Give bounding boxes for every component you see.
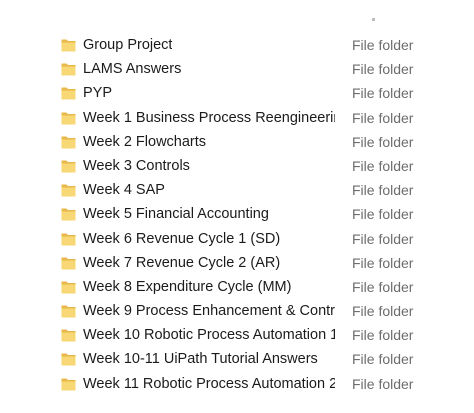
folder-icon: [61, 329, 76, 342]
list-item[interactable]: LAMS Answers File folder: [0, 57, 474, 81]
list-item[interactable]: Week 10-11 UiPath Tutorial Answers File f…: [0, 347, 474, 371]
folder-icon: [61, 281, 76, 294]
list-item[interactable]: Week 9 Process Enhancement & Control... F…: [0, 299, 474, 323]
item-type: File folder: [352, 37, 414, 53]
folder-name: Week 5 Financial Accounting: [83, 206, 269, 223]
folder-name: Week 2 Flowcharts: [83, 133, 207, 150]
folder-name: Week 6 Revenue Cycle 1 (SD): [83, 230, 281, 247]
item-type: File folder: [352, 157, 414, 174]
folder-icon: [61, 378, 76, 391]
folder-icon: [61, 257, 76, 270]
folder-name: LAMS Answers: [83, 61, 182, 78]
folder-name: Week 10 Robotic Process Automation 1: [83, 327, 335, 344]
list-item[interactable]: Week 5 Financial Accounting File folder: [0, 202, 474, 226]
item-type: File folder: [352, 327, 414, 344]
folder-icon: [61, 136, 76, 149]
item-type: File folder: [352, 375, 414, 392]
folder-name: Week 10-11 UiPath Tutorial Answers: [83, 351, 318, 368]
folder-icon: [61, 305, 76, 318]
folder-name: Group Project: [83, 37, 173, 53]
folder-icon: [61, 112, 76, 125]
folder-name: PYP: [83, 85, 113, 102]
item-type: File folder: [352, 182, 414, 199]
list-item[interactable]: Week 8 Expenditure Cycle (MM) File folder: [0, 275, 474, 299]
list-item[interactable]: Week 2 Flowcharts File folder: [0, 130, 474, 154]
item-type: File folder: [352, 206, 414, 223]
list-item[interactable]: Week 11 Robotic Process Automation 2 File…: [0, 372, 474, 396]
list-item[interactable]: Week 1 Business Process Reengineering Fil…: [0, 106, 474, 130]
decorative-dot: [372, 18, 375, 21]
item-type: File folder: [352, 133, 414, 150]
item-type: File folder: [352, 109, 414, 126]
folder-icon: [61, 233, 76, 245]
folder-list: Group Project File folder LAMS Answers File…: [0, 33, 474, 396]
folder-name: Week 8 Expenditure Cycle (MM): [83, 278, 292, 295]
folder-name: Week 3 Controls: [83, 157, 190, 174]
folder-name: Week 4 SAP: [83, 182, 165, 199]
item-type: File folder: [352, 230, 414, 247]
folder-name: Week 11 Robotic Process Automation 2: [83, 375, 335, 392]
list-item[interactable]: Group Project File folder: [0, 33, 474, 57]
list-item[interactable]: Week 4 SAP File folder: [0, 178, 474, 202]
item-type: File folder: [352, 351, 414, 368]
folder-icon: [61, 353, 76, 366]
item-type: File folder: [352, 254, 414, 271]
folder-icon: [61, 39, 76, 52]
item-type: File folder: [352, 278, 414, 295]
folder-icon: [61, 208, 76, 221]
folder-icon: [61, 63, 76, 76]
list-item[interactable]: Week 6 Revenue Cycle 1 (SD) File folder: [0, 227, 474, 251]
list-item[interactable]: PYP File folder: [0, 81, 474, 105]
folder-icon: [61, 87, 76, 100]
list-item[interactable]: Week 3 Controls File folder: [0, 154, 474, 178]
list-item[interactable]: Week 7 Revenue Cycle 2 (AR) File folder: [0, 251, 474, 275]
item-type: File folder: [352, 61, 414, 78]
folder-icon: [61, 160, 76, 173]
folder-name: Week 7 Revenue Cycle 2 (AR): [83, 254, 281, 271]
folder-name: Week 1 Business Process Reengineering: [83, 109, 335, 126]
folder-icon: [61, 184, 76, 197]
item-type: File folder: [352, 303, 414, 320]
list-item[interactable]: Week 10 Robotic Process Automation 1 File…: [0, 323, 474, 347]
folder-name: Week 9 Process Enhancement & Control...: [83, 303, 335, 320]
item-type: File folder: [352, 85, 414, 102]
